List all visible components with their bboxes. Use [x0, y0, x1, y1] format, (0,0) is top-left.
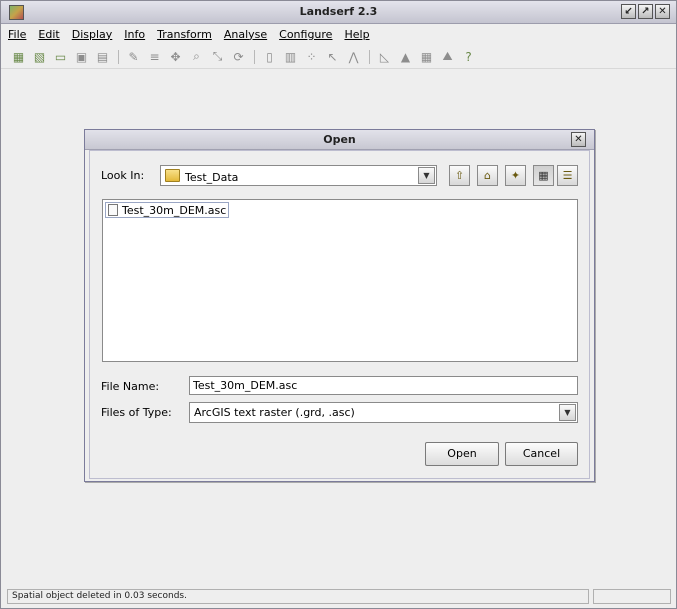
files-of-type-label: Files of Type: [101, 406, 172, 419]
pan-icon[interactable]: ⤡ [210, 49, 225, 64]
minimize-button[interactable]: ↙ [621, 4, 636, 19]
home-icon: ⌂ [484, 169, 491, 182]
text-icon[interactable]: ≡ [147, 49, 162, 64]
open-button[interactable]: Open [425, 442, 499, 466]
file-name-label: File Name: [101, 380, 160, 393]
toolbar-separator [369, 49, 370, 64]
menu-help[interactable]: Help [344, 28, 369, 41]
help-icon[interactable]: ? [461, 49, 476, 64]
folder-icon [165, 169, 180, 182]
slope-icon[interactable]: ◺ [377, 49, 392, 64]
files-of-type-value: ArcGIS text raster (.grd, .asc) [194, 406, 355, 419]
status-bar: Spatial object deleted in 0.03 seconds. [1, 587, 676, 608]
open-dialog: Open ✕ Look In: Test_Data ▼ ⇧ ⌂ ✦ ▦ ☰ Te… [84, 129, 595, 482]
toolbar-separator [118, 49, 119, 64]
file-name-input[interactable] [190, 377, 577, 394]
details-view-icon: ☰ [562, 169, 573, 182]
list-view-icon: ▦ [538, 169, 549, 182]
menu-file[interactable]: File [8, 28, 26, 41]
look-in-combo[interactable]: Test_Data ▼ [160, 165, 437, 186]
dialog-close-button[interactable]: ✕ [571, 132, 586, 147]
status-secondary-panel [593, 589, 671, 604]
histogram-icon[interactable]: ▥ [283, 49, 298, 64]
details-view-button[interactable]: ☰ [557, 165, 578, 186]
new-folder-icon: ✦ [510, 169, 521, 182]
list-item[interactable]: Test_30m_DEM.asc [105, 202, 230, 218]
look-in-label: Look In: [101, 169, 145, 182]
open-icon[interactable]: ▭ [53, 49, 68, 64]
chevron-down-icon[interactable]: ▼ [418, 167, 435, 184]
status-message: Spatial object deleted in 0.03 seconds. [7, 589, 589, 604]
file-item-name: Test_30m_DEM.asc [122, 203, 227, 217]
query-icon[interactable]: ▯ [262, 49, 277, 64]
up-one-level-button[interactable]: ⇧ [449, 165, 470, 186]
zoom-icon[interactable]: ⌕ [189, 49, 204, 64]
save-icon[interactable]: ▣ [74, 49, 89, 64]
cancel-button[interactable]: Cancel [505, 442, 578, 466]
menu-bar: File Edit Display Info Transform Analyse… [1, 24, 676, 44]
toolbar: ▦ ▧ ▭ ▣ ▤ ✎ ≡ ✥ ⌕ ⤡ ⟳ ▯ ▥ ⁘ ↖ ⋀ ◺ ▲ ▦ ⛰? [1, 45, 676, 69]
print-icon[interactable]: ▤ [95, 49, 110, 64]
dialog-body: Look In: Test_Data ▼ ⇧ ⌂ ✦ ▦ ☰ Test_30m_… [89, 150, 590, 479]
title-bar[interactable]: Landserf 2.3 ↙ ↗ ✕ [1, 1, 676, 24]
list-view-button[interactable]: ▦ [533, 165, 554, 186]
window-title: Landserf 2.3 [299, 5, 378, 18]
profile-icon[interactable]: ⋀ [346, 49, 361, 64]
raster-icon[interactable]: ▦ [11, 49, 26, 64]
dialog-title-bar[interactable]: Open ✕ [85, 130, 594, 150]
menu-info[interactable]: Info [124, 28, 145, 41]
menu-edit[interactable]: Edit [38, 28, 59, 41]
up-folder-icon: ⇧ [454, 169, 465, 182]
edit-icon[interactable]: ✎ [126, 49, 141, 64]
features-icon[interactable]: ▲ [398, 49, 413, 64]
look-in-value: Test_Data [185, 171, 239, 184]
file-icon [108, 204, 118, 216]
scatter-icon[interactable]: ⁘ [304, 49, 319, 64]
menu-configure[interactable]: Configure [279, 28, 332, 41]
maximize-button[interactable]: ↗ [638, 4, 653, 19]
vector-icon[interactable]: ▧ [32, 49, 47, 64]
pointer-query-icon[interactable]: ↖ [325, 49, 340, 64]
move-icon[interactable]: ✥ [168, 49, 183, 64]
home-button[interactable]: ⌂ [477, 165, 498, 186]
dialog-title: Open [323, 133, 356, 146]
grid-icon[interactable]: ▦ [419, 49, 434, 64]
file-name-field[interactable] [189, 376, 578, 395]
menu-display[interactable]: Display [72, 28, 113, 41]
file-list[interactable]: Test_30m_DEM.asc [102, 199, 578, 362]
files-of-type-combo[interactable]: ArcGIS text raster (.grd, .asc) ▼ [189, 402, 578, 423]
close-button[interactable]: ✕ [655, 4, 670, 19]
relief-icon[interactable]: ⛰ [440, 49, 455, 64]
chevron-down-icon[interactable]: ▼ [559, 404, 576, 421]
toolbar-separator [254, 49, 255, 64]
refresh-icon[interactable]: ⟳ [231, 49, 246, 64]
new-folder-button[interactable]: ✦ [505, 165, 526, 186]
close-icon: ✕ [574, 134, 583, 145]
menu-transform[interactable]: Transform [157, 28, 212, 41]
menu-analyse[interactable]: Analyse [224, 28, 267, 41]
